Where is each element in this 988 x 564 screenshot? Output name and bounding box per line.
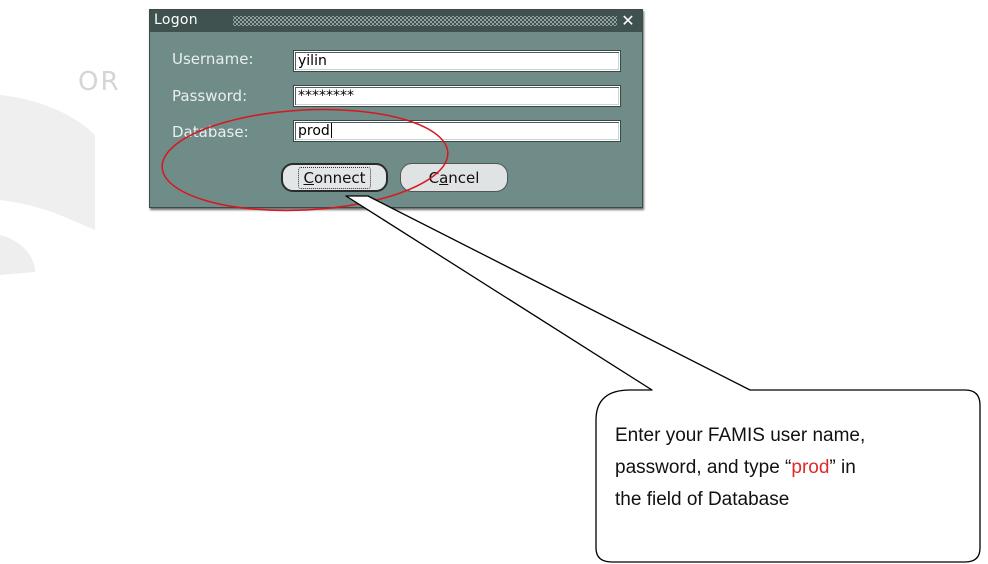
text-cursor xyxy=(330,123,332,138)
password-field[interactable]: ******** xyxy=(293,85,621,107)
password-value: ******** xyxy=(298,88,354,104)
titlebar-grip-pattern xyxy=(233,16,617,26)
database-label: Database: xyxy=(172,123,249,141)
password-label: Password: xyxy=(172,87,248,105)
username-label: Username: xyxy=(172,50,254,68)
close-icon[interactable]: ✕ xyxy=(618,11,638,31)
callout-text: Enter your FAMIS user name, password, an… xyxy=(615,420,975,516)
callout-line-3: the field of Database xyxy=(615,489,790,510)
username-field[interactable]: yilin xyxy=(293,50,621,72)
database-value: prod xyxy=(298,123,330,139)
cancel-button-label: Cancel xyxy=(428,168,480,187)
logon-dialog: Logon ✕ Username: yilin Password: ******… xyxy=(149,9,643,208)
callout-line-2: password, and type “prod” in xyxy=(615,452,975,484)
callout-line-1: Enter your FAMIS user name, xyxy=(615,425,866,446)
connect-button-label: Connect xyxy=(303,168,366,187)
cancel-button[interactable]: Cancel xyxy=(400,163,508,192)
username-value: yilin xyxy=(298,53,327,69)
connect-button[interactable]: Connect xyxy=(281,163,388,192)
callout-highlight: prod xyxy=(791,457,830,478)
dialog-title: Logon xyxy=(154,12,198,28)
connect-button-focus: Connect xyxy=(298,166,371,189)
callout-line-2-end: ” in xyxy=(829,457,856,478)
background-logo-text: OR xyxy=(78,67,121,97)
database-field[interactable]: prod xyxy=(293,120,621,142)
dialog-titlebar[interactable]: Logon ✕ xyxy=(150,10,642,32)
callout-line-2-start: password, and type “ xyxy=(615,457,792,478)
